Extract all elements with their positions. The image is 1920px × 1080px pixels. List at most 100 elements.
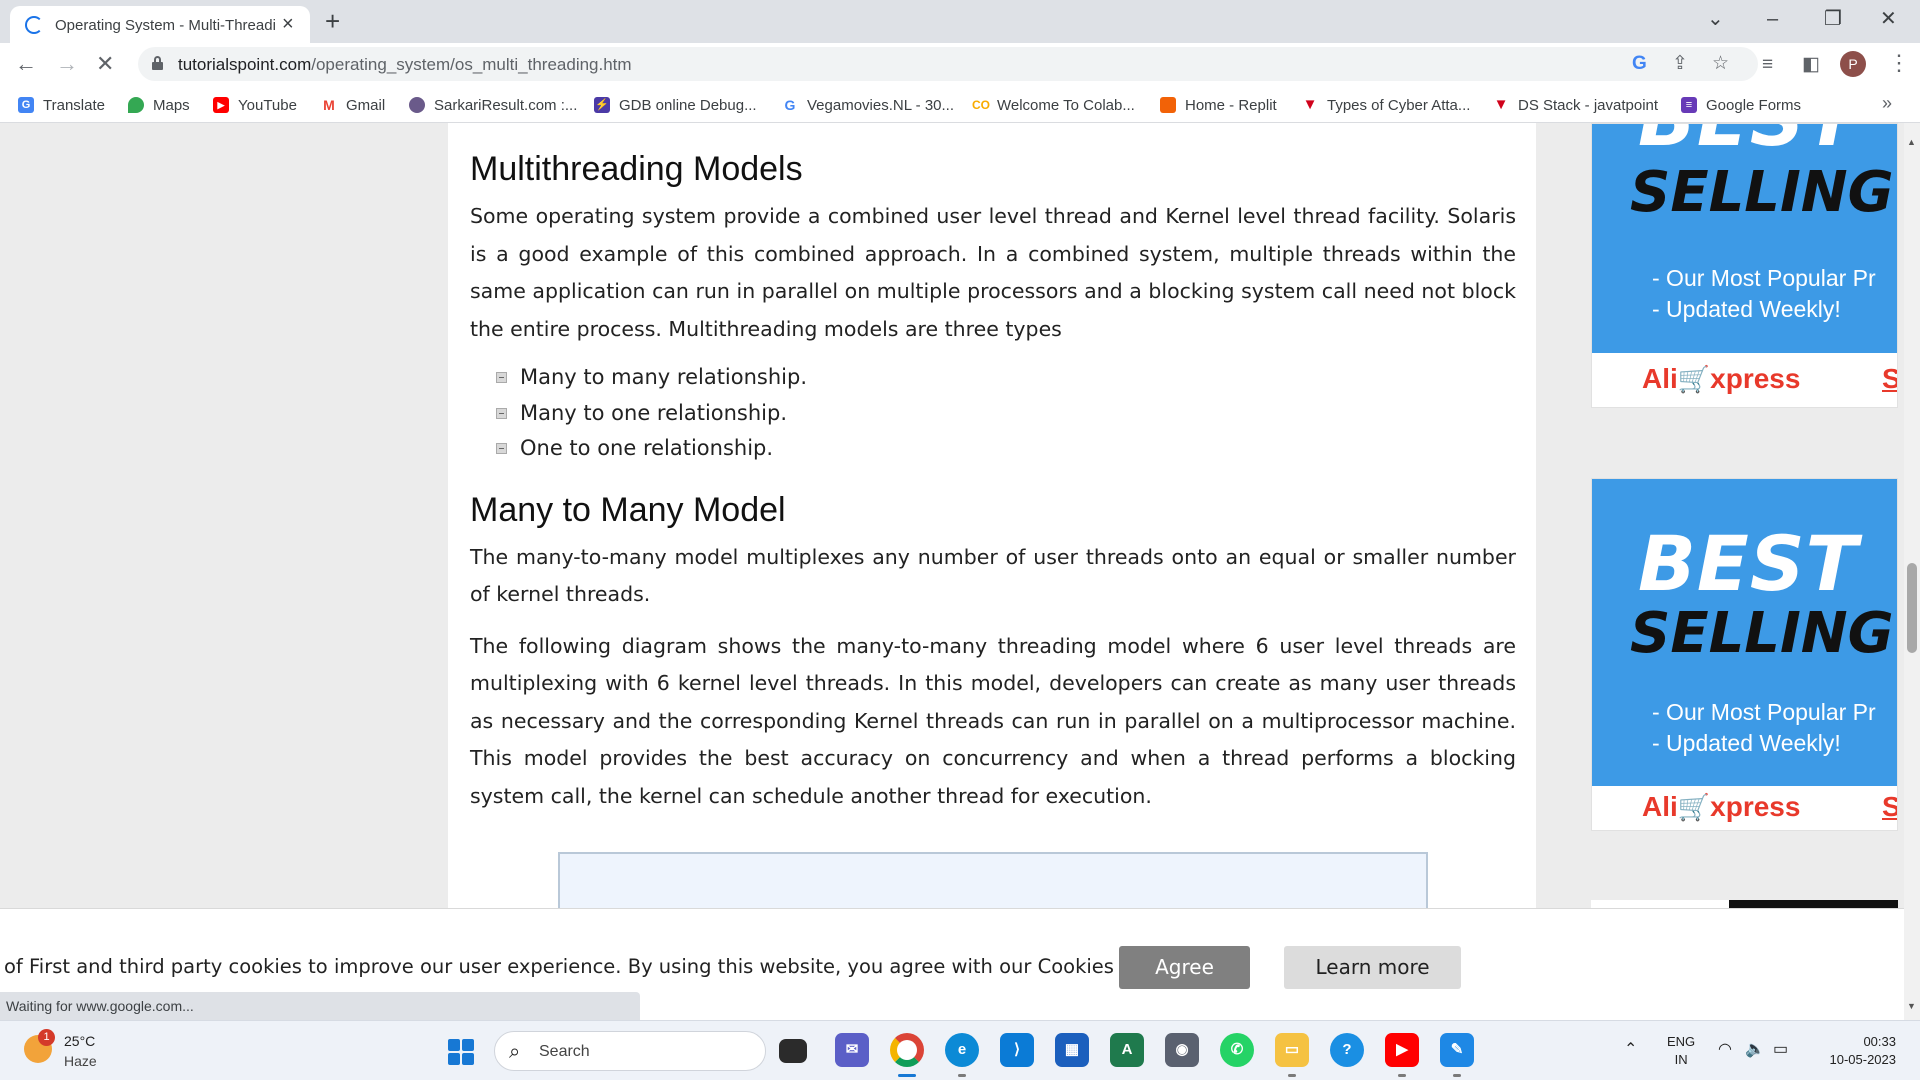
tab-search-chevron-icon[interactable]: ⌄ [1707, 6, 1724, 32]
status-bubble: Waiting for www.google.com... [0, 992, 640, 1020]
back-button[interactable]: ← [15, 51, 37, 77]
learn-more-button[interactable]: Learn more [1284, 946, 1461, 989]
start-button[interactable] [448, 1039, 474, 1065]
reading-list-icon[interactable]: ≡ [1762, 53, 1773, 77]
bookmark-ds-stack[interactable]: ▼ DS Stack - javatpoint [1493, 95, 1658, 115]
replit-icon [1160, 97, 1176, 113]
ad-line-2: - Updated Weekly! [1652, 296, 1841, 322]
section-heading-multithreading-models: Multithreading Models [470, 150, 803, 188]
bookmark-youtube[interactable]: ▶ YouTube [213, 95, 297, 115]
more-bookmarks-icon[interactable]: » [1882, 93, 1892, 114]
edge-icon[interactable]: e [945, 1033, 979, 1067]
models-list: Many to many relationship. Many to one r… [496, 360, 1516, 467]
youtube-icon: ▶ [213, 97, 229, 113]
scroll-down-icon[interactable]: ▼ [1907, 1001, 1916, 1011]
bullet-icon [496, 443, 507, 454]
task-view-icon[interactable] [779, 1039, 807, 1063]
scrollbar-thumb[interactable] [1907, 563, 1917, 653]
scroll-up-icon[interactable]: ▲ [1907, 137, 1916, 147]
file-explorer-icon[interactable]: ▭ [1275, 1033, 1309, 1067]
taskbar-search[interactable]: ⌕ Search [494, 1031, 766, 1071]
whatsapp-icon[interactable]: ✆ [1220, 1033, 1254, 1067]
bookmark-translate[interactable]: G Translate [18, 95, 105, 115]
teams-chat-icon[interactable]: ✉ [835, 1033, 869, 1067]
share-icon[interactable]: ⇪ [1672, 52, 1688, 76]
address-bar[interactable]: tutorialspoint.com/operating_system/os_m… [138, 47, 1758, 81]
google-lens-icon[interactable]: G [1632, 52, 1647, 76]
ad-banner-image: BEST SELLING - Our Most Popular Pr - Upd… [1592, 124, 1897, 353]
show-hidden-icons-chevron-icon[interactable]: ⌃ [1624, 1039, 1637, 1059]
youtube-running-indicator [1398, 1074, 1406, 1077]
system-clock[interactable]: 00:33 10-05-2023 [1816, 1033, 1897, 1069]
get-help-icon[interactable]: ? [1330, 1033, 1364, 1067]
side-panel-icon[interactable]: ◧ [1802, 53, 1820, 77]
article-content: Multithreading Models Some operating sys… [470, 123, 1516, 815]
lock-icon[interactable] [152, 56, 163, 70]
bookmark-google-forms[interactable]: ≡ Google Forms [1681, 95, 1801, 115]
colab-icon: CO [972, 97, 990, 113]
bookmark-star-icon[interactable]: ☆ [1712, 52, 1729, 76]
browser-toolbar: ← → ✕ tutorialspoint.com/operating_syste… [0, 43, 1920, 85]
ad-shop-link[interactable]: S [1882, 791, 1897, 823]
input-language-indicator[interactable]: ENG IN [1667, 1033, 1695, 1069]
tab-close-icon[interactable]: × [282, 12, 294, 36]
paint-running-indicator [1453, 1074, 1461, 1077]
bookmark-colab[interactable]: CO Welcome To Colab... [972, 95, 1135, 115]
stop-loading-button[interactable]: ✕ [96, 51, 114, 77]
bookmark-replit[interactable]: Home - Replit [1160, 95, 1277, 115]
ad-banner-top[interactable]: BEST SELLING - Our Most Popular Pr - Upd… [1591, 123, 1898, 408]
url-text[interactable]: tutorialspoint.com/operating_system/os_m… [178, 55, 632, 75]
ad-best-text: BEST [1638, 519, 1859, 608]
bookmark-sarkariresult[interactable]: SarkariResult.com :... [409, 95, 577, 115]
youtube-app-icon[interactable]: ▶ [1385, 1033, 1419, 1067]
camera-icon[interactable]: ◉ [1165, 1033, 1199, 1067]
tab-strip: Operating System - Multi-Threading × + ⌄… [0, 0, 1920, 43]
microsoft-store-icon[interactable]: ▦ [1055, 1033, 1089, 1067]
paint-icon[interactable]: ✎ [1440, 1033, 1474, 1067]
new-tab-button[interactable]: + [325, 6, 340, 36]
close-window-button[interactable]: ✕ [1880, 6, 1897, 32]
bookmark-vegamovies[interactable]: G Vegamovies.NL - 30... [782, 95, 954, 115]
volume-icon[interactable]: 🔈 [1745, 1039, 1765, 1059]
google-icon: G [782, 97, 798, 113]
forward-button[interactable]: → [56, 51, 78, 77]
ad-shop-link[interactable]: S [1882, 363, 1897, 395]
tab-title: Operating System - Multi-Threading [55, 17, 275, 34]
cookie-message: of First and third party cookies to impr… [4, 955, 1180, 978]
ad-banner-image: BEST SELLING - Our Most Popular Pr - Upd… [1592, 479, 1897, 786]
ad-line-2: - Updated Weekly! [1652, 730, 1841, 756]
wifi-icon[interactable]: ◠ [1718, 1039, 1732, 1059]
restore-button[interactable]: ❐ [1824, 6, 1842, 32]
aliexpress-logo: Ali🛒xpress [1642, 791, 1801, 822]
maps-icon [128, 97, 144, 113]
chrome-icon[interactable] [890, 1033, 924, 1067]
vscode-icon[interactable]: ⟩ [1000, 1033, 1034, 1067]
ad-best-text: BEST [1638, 124, 1858, 163]
bookmark-gdb[interactable]: ⚡ GDB online Debug... [594, 95, 757, 115]
paragraph-diagram-description: The following diagram shows the many-to-… [470, 633, 1516, 808]
browser-tab-active[interactable]: Operating System - Multi-Threading × [10, 6, 310, 43]
battery-icon[interactable]: ▭ [1773, 1039, 1788, 1059]
bookmark-gmail[interactable]: M Gmail [321, 95, 385, 115]
ad-selling-text: SELLING [1630, 601, 1894, 666]
javatpoint-icon: ▼ [1493, 96, 1509, 113]
agree-button[interactable]: Agree [1119, 946, 1250, 989]
profile-avatar[interactable]: P [1840, 51, 1866, 77]
browser-menu-icon[interactable]: ⋮ [1888, 49, 1910, 77]
bullet-icon [496, 407, 507, 419]
android-studio-icon[interactable]: A [1110, 1033, 1144, 1067]
notification-badge: 1 [38, 1029, 55, 1046]
list-item: Many to many relationship. [496, 360, 1516, 396]
ad-banner-bottom[interactable] [1591, 900, 1898, 908]
explorer-running-indicator [1288, 1074, 1296, 1077]
weather-temperature: 25°C [64, 1033, 96, 1049]
minimize-button[interactable]: – [1767, 6, 1778, 32]
page-scrollbar[interactable]: ▲ ▼ [1904, 123, 1920, 1020]
chrome-active-indicator [898, 1074, 916, 1077]
bookmark-maps[interactable]: Maps [128, 95, 190, 115]
bookmark-cyber-attacks[interactable]: ▼ Types of Cyber Atta... [1302, 95, 1470, 115]
search-icon: ⌕ [509, 1041, 521, 1063]
ad-banner-middle[interactable]: BEST SELLING - Our Most Popular Pr - Upd… [1591, 478, 1898, 831]
paragraph-intro: Some operating system provide a combined… [470, 204, 1516, 341]
javatpoint-icon: ▼ [1302, 96, 1318, 113]
